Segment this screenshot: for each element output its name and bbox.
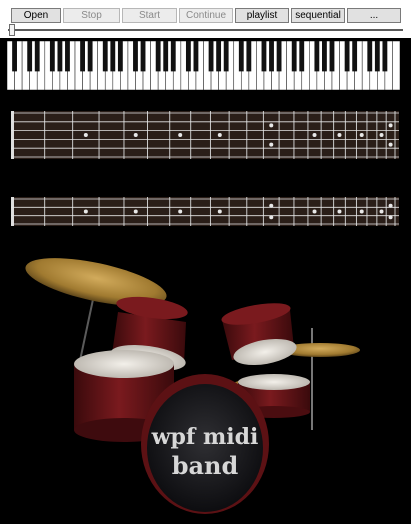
inlay-dot bbox=[269, 123, 274, 128]
inlay-dot bbox=[388, 215, 393, 220]
wpf-midi-band-window: Open Stop Start Continue playlist sequen… bbox=[0, 0, 411, 524]
piano-keyboard[interactable] bbox=[7, 41, 400, 90]
tom-right[interactable] bbox=[220, 299, 299, 369]
inlay-dot bbox=[269, 215, 274, 220]
piano-keys[interactable] bbox=[7, 41, 400, 90]
nut bbox=[11, 197, 14, 226]
bass-drum[interactable]: wpf midi band bbox=[141, 374, 269, 514]
black-key[interactable] bbox=[276, 41, 282, 72]
black-key[interactable] bbox=[314, 41, 320, 72]
black-key[interactable] bbox=[223, 41, 229, 72]
black-key[interactable] bbox=[382, 41, 388, 72]
black-key[interactable] bbox=[27, 41, 33, 72]
inlay-dot bbox=[337, 209, 342, 214]
black-key[interactable] bbox=[12, 41, 17, 72]
black-key[interactable] bbox=[374, 41, 380, 72]
black-key[interactable] bbox=[117, 41, 123, 72]
black-key[interactable] bbox=[216, 41, 222, 72]
logo-line-2: band bbox=[172, 451, 239, 480]
black-key[interactable] bbox=[322, 41, 327, 72]
inlay-dot bbox=[269, 142, 274, 147]
inlay-dot bbox=[379, 133, 384, 137]
inlay-dot bbox=[217, 133, 222, 137]
toolbar: Open Stop Start Continue playlist sequen… bbox=[0, 0, 411, 24]
white-key[interactable] bbox=[392, 41, 400, 90]
black-key[interactable] bbox=[87, 41, 93, 72]
inlay-dot bbox=[388, 203, 393, 208]
guitar-fretboard[interactable] bbox=[11, 111, 399, 159]
start-button[interactable]: Start bbox=[122, 8, 177, 23]
inlay-dot bbox=[359, 133, 364, 137]
bass-neck[interactable] bbox=[11, 197, 399, 226]
progress-slider[interactable] bbox=[0, 24, 411, 38]
inlay-dot bbox=[359, 209, 364, 214]
progress-track[interactable] bbox=[8, 29, 403, 31]
nut bbox=[11, 111, 14, 159]
more-button[interactable]: ... bbox=[347, 8, 401, 23]
black-key[interactable] bbox=[269, 41, 274, 72]
progress-thumb[interactable] bbox=[9, 24, 15, 36]
black-key[interactable] bbox=[49, 41, 55, 72]
black-key[interactable] bbox=[329, 41, 335, 72]
inlay-dot bbox=[388, 142, 393, 147]
black-key[interactable] bbox=[185, 41, 191, 72]
bass-fretboard[interactable] bbox=[11, 197, 399, 226]
black-key[interactable] bbox=[344, 41, 350, 72]
black-key[interactable] bbox=[102, 41, 108, 72]
black-key[interactable] bbox=[80, 41, 85, 72]
black-key[interactable] bbox=[170, 41, 176, 72]
black-key[interactable] bbox=[57, 41, 63, 72]
drum-kit[interactable]: wpf midi band bbox=[0, 230, 411, 524]
black-key[interactable] bbox=[163, 41, 169, 72]
inlay-dot bbox=[83, 209, 88, 214]
inlay-dot bbox=[133, 209, 138, 214]
sequential-button[interactable]: sequential bbox=[291, 8, 345, 23]
black-key[interactable] bbox=[193, 41, 199, 72]
inlay-dot bbox=[217, 209, 222, 214]
black-key[interactable] bbox=[299, 41, 305, 72]
black-key[interactable] bbox=[133, 41, 138, 72]
black-key[interactable] bbox=[208, 41, 214, 72]
inlay-dot bbox=[178, 209, 183, 214]
inlay-dot bbox=[312, 133, 317, 137]
black-key[interactable] bbox=[246, 41, 252, 72]
black-key[interactable] bbox=[140, 41, 146, 72]
black-key[interactable] bbox=[110, 41, 116, 72]
inlay-dot bbox=[388, 123, 393, 128]
open-button[interactable]: Open bbox=[11, 8, 61, 23]
black-key[interactable] bbox=[352, 41, 358, 72]
stop-button[interactable]: Stop bbox=[63, 8, 120, 23]
playlist-button[interactable]: playlist bbox=[235, 8, 289, 23]
inlay-dot bbox=[379, 209, 384, 214]
logo-line-1: wpf midi bbox=[151, 424, 259, 450]
inlay-dot bbox=[312, 209, 317, 214]
black-key[interactable] bbox=[34, 41, 40, 72]
continue-button[interactable]: Continue bbox=[179, 8, 233, 23]
inlay-dot bbox=[269, 203, 274, 208]
black-key[interactable] bbox=[155, 41, 161, 72]
inlay-dot bbox=[83, 133, 88, 137]
black-key[interactable] bbox=[367, 41, 373, 72]
black-key[interactable] bbox=[291, 41, 297, 72]
black-key[interactable] bbox=[261, 41, 267, 72]
black-key[interactable] bbox=[65, 41, 70, 72]
black-key[interactable] bbox=[238, 41, 244, 72]
inlay-dot bbox=[133, 133, 138, 137]
inlay-dot bbox=[178, 133, 183, 137]
guitar-neck[interactable] bbox=[11, 111, 399, 159]
inlay-dot bbox=[337, 133, 342, 137]
